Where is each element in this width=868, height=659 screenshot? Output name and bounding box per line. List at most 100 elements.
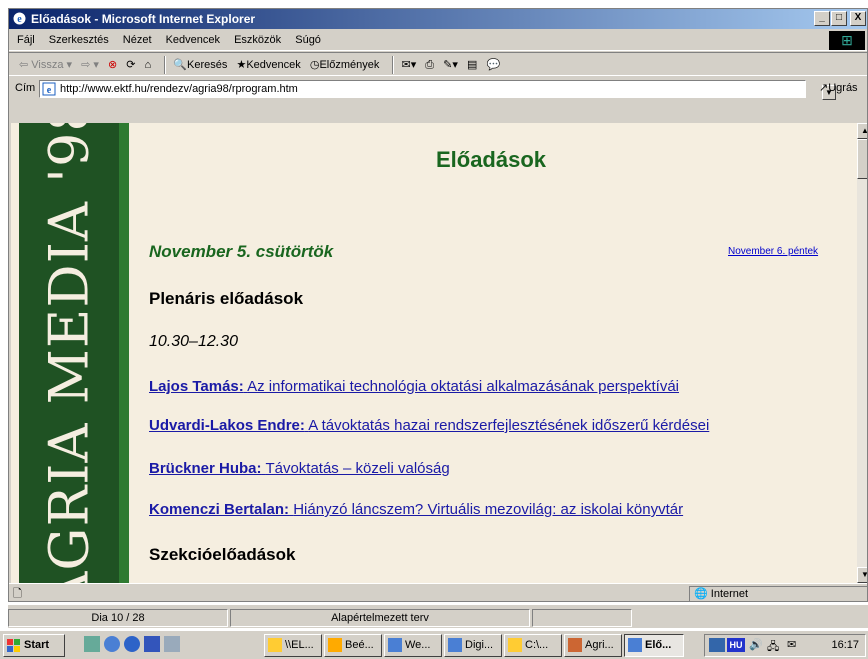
toolbar-separator [164, 56, 167, 75]
quicklaunch-channel-icon[interactable] [164, 636, 180, 652]
stop-icon[interactable]: ⊗ [108, 53, 117, 77]
taskbar-button[interactable]: Beé... [324, 634, 382, 657]
speaker: Komenczi Bertalan: [149, 501, 290, 518]
next-day-link[interactable]: November 6. péntek [728, 246, 818, 257]
ppt-pane [532, 609, 632, 627]
slide-counter: Dia 10 / 28 [8, 609, 228, 627]
talk-link[interactable]: Lajos Tamás: Az informatikai technológia… [149, 378, 679, 395]
start-label: Start [24, 639, 50, 651]
discuss-icon[interactable]: ▤ [467, 53, 477, 77]
scroll-thumb[interactable] [857, 139, 867, 179]
page-title: Előadások [435, 147, 547, 172]
ie-icon [628, 638, 642, 652]
address-bar: Cím e http://www.ektf.hu/rendezv/agria98… [9, 77, 867, 100]
speaker: Lajos Tamás: [149, 378, 244, 395]
forward-button[interactable]: ⇨ ▾ [81, 53, 99, 77]
scroll-down-icon[interactable]: ▼ [857, 567, 867, 583]
talk-title: Az informatikai technológia oktatási alk… [247, 378, 679, 395]
quicklaunch-desktop-icon[interactable] [84, 636, 100, 652]
taskbar-button[interactable]: C:\... [504, 634, 562, 657]
search-label: Keresés [187, 59, 228, 72]
close-button[interactable]: X [850, 11, 866, 26]
taskbar-button[interactable]: Agri... [564, 634, 622, 657]
menu-tools[interactable]: Eszközök [234, 34, 281, 46]
folder-icon [508, 638, 522, 652]
language-indicator[interactable]: HU [727, 638, 745, 652]
history-icon: ◷ [309, 59, 320, 72]
start-button[interactable]: Start [3, 634, 65, 657]
search-button[interactable]: 🔍Keresés [173, 53, 227, 77]
back-button[interactable]: ⇦ Vissza ▾ [19, 53, 72, 77]
back-label: Vissza [31, 59, 64, 72]
talk-link[interactable]: Udvardi-Lakos Endre: A távoktatás hazai … [149, 417, 709, 434]
status-bar: 🗋 🌐 Internet [9, 583, 867, 601]
vertical-scrollbar[interactable]: ▲ ▼ [857, 123, 867, 583]
speaker: Brückner Huba: [149, 460, 262, 477]
menu-file[interactable]: Fájl [17, 34, 35, 46]
refresh-icon[interactable]: ⟳ [126, 53, 135, 77]
folder-icon [268, 638, 282, 652]
status-page-icon: 🗋 [13, 588, 22, 600]
globe-icon: 🌐 [694, 588, 708, 600]
svg-text:e: e [17, 14, 22, 25]
tray-mail-icon[interactable]: ✉ [787, 638, 803, 652]
go-button[interactable]: ↗Ugrás [819, 77, 858, 100]
page-content: AGRIA MEDIA '98 Előadások November 5. cs… [11, 123, 857, 583]
taskbar-button[interactable]: \\EL... [264, 634, 322, 657]
quicklaunch-app-icon[interactable] [144, 636, 160, 652]
clock: 16:17 [831, 639, 859, 651]
minimize-button[interactable]: _ [814, 11, 830, 26]
mail-icon[interactable]: ✉▾ [401, 53, 416, 77]
favorites-icon: ★ [236, 59, 247, 72]
scroll-up-icon[interactable]: ▲ [857, 123, 867, 139]
home-icon[interactable]: ⌂ [145, 53, 152, 77]
go-label: Ugrás [828, 82, 858, 94]
ie-icon [388, 638, 402, 652]
print-icon[interactable]: ⎙ [425, 53, 434, 77]
messenger-icon[interactable]: 💬 [486, 53, 500, 77]
address-label: Cím [15, 82, 36, 94]
svg-text:e: e [47, 85, 52, 96]
page-icon: e [42, 82, 56, 96]
taskbar-button[interactable]: Digi... [444, 634, 502, 657]
tray-connection-icon[interactable]: 🖧 [767, 638, 783, 653]
banner-title: AGRIA MEDIA '98 [37, 123, 101, 583]
quicklaunch-ie2-icon[interactable] [124, 636, 140, 652]
window-title: Előadások - Microsoft Internet Explorer [31, 12, 256, 26]
plenary-heading: Plenáris előadások [149, 289, 304, 308]
search-icon: 🔍 [173, 59, 188, 72]
talk-title: A távoktatás hazai rendszerfejlesztéséne… [308, 417, 710, 434]
section-heading: Szekcióelőadások [149, 545, 296, 564]
browser-window: e Előadások - Microsoft Internet Explore… [8, 8, 868, 602]
zone-pane: 🌐 Internet [689, 586, 867, 601]
history-label: Előzmények [319, 59, 380, 72]
volume-icon[interactable]: 🔊 [749, 638, 765, 652]
go-arrow-icon: ↗ [819, 82, 829, 94]
title-bar: e Előadások - Microsoft Internet Explore… [9, 9, 867, 29]
taskbar: Start \\EL... Beé... We... Digi... C:\..… [0, 630, 868, 659]
speaker: Udvardi-Lakos Endre: [149, 417, 305, 434]
maximize-button[interactable]: □ [831, 11, 847, 26]
menu-view[interactable]: Nézet [123, 34, 152, 46]
history-button[interactable]: ◷Előzmények [310, 53, 380, 77]
menu-help[interactable]: Súgó [295, 34, 321, 46]
quicklaunch-ie-icon[interactable] [104, 636, 120, 652]
system-tray: HU 🔊 🖧 ✉ 16:17 [704, 634, 866, 657]
talk-link[interactable]: Komenczi Bertalan: Hiányzó láncszem? Vir… [149, 501, 683, 518]
banner-stripe [119, 123, 129, 583]
talk-link[interactable]: Brückner Huba: Távoktatás – közeli valós… [149, 460, 450, 477]
taskbar-button-active[interactable]: Elő... [624, 634, 684, 657]
address-input[interactable]: e http://www.ektf.hu/rendezv/agria98/rpr… [39, 80, 836, 100]
powerpoint-icon [568, 638, 582, 652]
talk-title: Távoktatás – közeli valóság [265, 460, 450, 477]
menu-edit[interactable]: Szerkesztés [49, 34, 109, 46]
address-url: http://www.ektf.hu/rendezv/agria98/rprog… [60, 83, 298, 95]
favorites-label: Kedvencek [246, 59, 301, 72]
edit-icon[interactable]: ✎▾ [443, 53, 458, 77]
powerpoint-status-bar: Dia 10 / 28 Alapértelmezett terv [8, 604, 868, 628]
tray-network-icon[interactable] [709, 638, 725, 652]
app-icon [328, 638, 342, 652]
taskbar-button[interactable]: We... [384, 634, 442, 657]
favorites-button[interactable]: ★Kedvencek [236, 53, 300, 77]
menu-favorites[interactable]: Kedvencek [166, 34, 220, 46]
